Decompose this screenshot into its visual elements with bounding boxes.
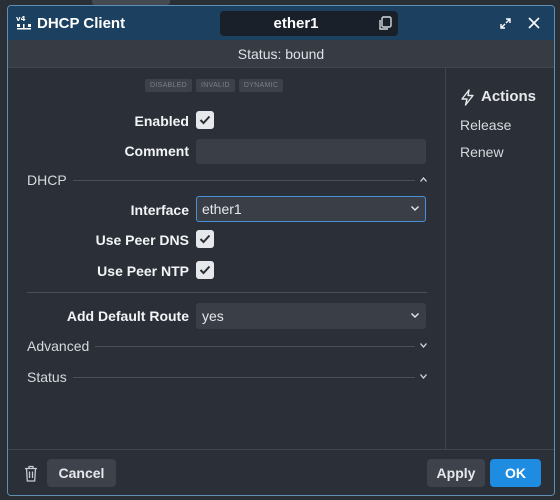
form-panel: DISABLED INVALID DYNAMIC Enabled Comment… <box>8 68 445 449</box>
chevron-down-icon <box>420 374 427 379</box>
checkmark-icon <box>199 265 211 275</box>
flag-disabled: DISABLED <box>145 79 193 92</box>
lightning-icon <box>461 89 474 106</box>
enabled-checkbox[interactable] <box>196 111 214 129</box>
object-name: ether1 <box>273 15 319 32</box>
footer-bar: Cancel Apply OK <box>8 449 554 495</box>
checkmark-icon <box>199 234 211 244</box>
use-peer-ntp-checkbox[interactable] <box>196 261 214 279</box>
interface-label: Interface <box>130 202 189 218</box>
flag-dynamic: DYNAMIC <box>238 79 284 92</box>
renew-action[interactable]: Renew <box>460 144 504 160</box>
trash-icon[interactable] <box>24 465 38 482</box>
chevron-down-icon <box>411 206 419 211</box>
dhcp-v4-icon: v4 <box>16 15 31 30</box>
status-section-label: Status <box>27 369 73 385</box>
title-bar: v4 DHCP Client ether1 <box>8 6 554 40</box>
dhcp-client-window: v4 DHCP Client ether1 Status: bound DISA… <box>7 5 555 496</box>
cancel-button[interactable]: Cancel <box>47 459 116 487</box>
actions-panel: Actions Release Renew <box>446 68 554 449</box>
chevron-down-icon <box>420 343 427 348</box>
use-peer-dns-checkbox[interactable] <box>196 230 214 248</box>
actions-title: Actions <box>481 88 537 105</box>
ok-button[interactable]: OK <box>490 459 541 487</box>
checkmark-icon <box>199 115 211 125</box>
expand-icon[interactable] <box>500 18 511 29</box>
advanced-section-header[interactable]: Advanced <box>27 338 427 354</box>
comment-field[interactable] <box>196 139 426 164</box>
interface-value: ether1 <box>202 201 242 217</box>
flag-invalid: INVALID <box>196 79 235 92</box>
app-title: DHCP Client <box>37 15 126 32</box>
chevron-up-icon <box>420 177 427 182</box>
status-bar: Status: bound <box>8 40 554 68</box>
interface-select[interactable]: ether1 <box>196 196 426 222</box>
chevron-down-icon <box>411 313 419 318</box>
add-default-route-value: yes <box>202 308 224 324</box>
add-default-route-select[interactable]: yes <box>196 303 426 329</box>
copy-icon[interactable] <box>378 16 392 31</box>
close-icon[interactable] <box>528 17 540 29</box>
dhcp-section-label: DHCP <box>27 172 73 188</box>
use-peer-dns-label: Use Peer DNS <box>95 232 189 248</box>
release-action[interactable]: Release <box>460 117 511 133</box>
svg-text:v4: v4 <box>16 15 26 23</box>
section-divider <box>27 292 427 293</box>
advanced-section-label: Advanced <box>27 338 96 354</box>
use-peer-ntp-label: Use Peer NTP <box>97 263 189 279</box>
enabled-label: Enabled <box>134 113 189 129</box>
object-name-pill: ether1 <box>220 11 398 36</box>
dhcp-section-header[interactable]: DHCP <box>27 172 427 188</box>
apply-button[interactable]: Apply <box>427 459 485 487</box>
status-section-header[interactable]: Status <box>27 369 427 385</box>
add-default-route-label: Add Default Route <box>66 308 189 324</box>
comment-label: Comment <box>124 143 189 159</box>
flag-badges: DISABLED INVALID DYNAMIC <box>145 79 284 92</box>
